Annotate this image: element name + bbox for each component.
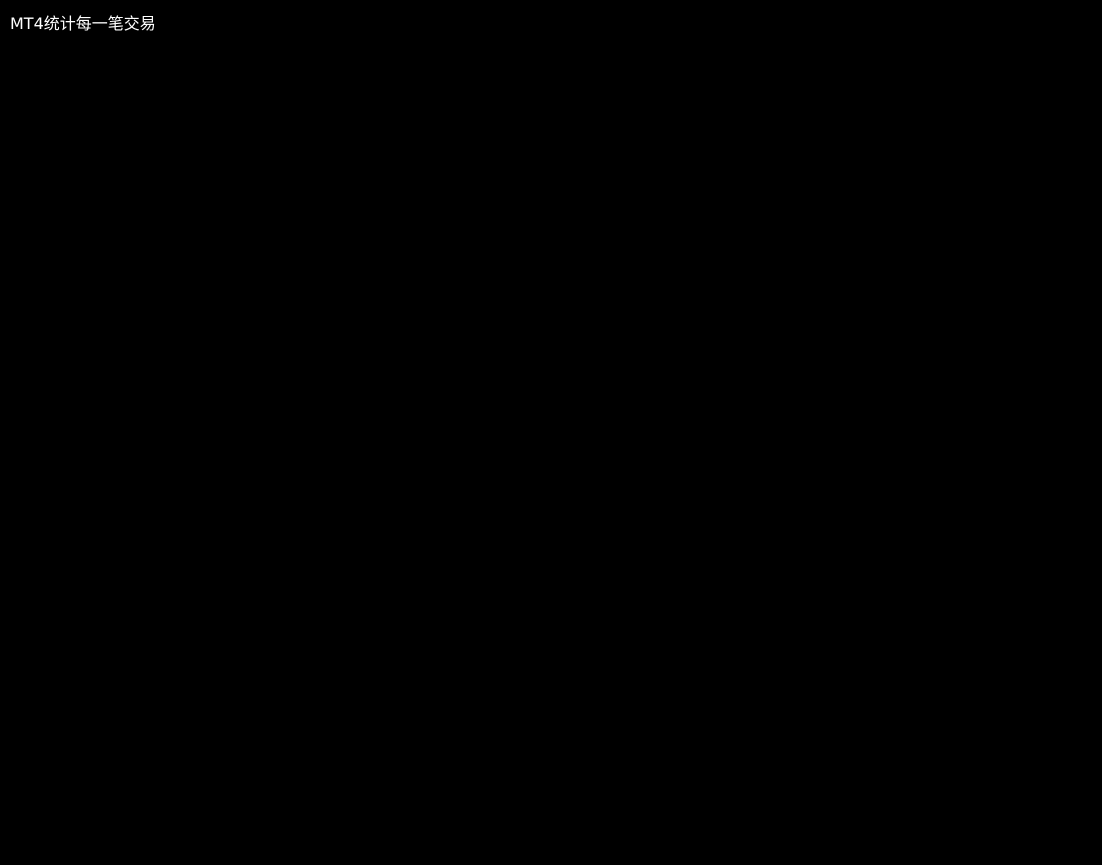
page-title: MT4统计每一笔交易 bbox=[10, 14, 156, 33]
